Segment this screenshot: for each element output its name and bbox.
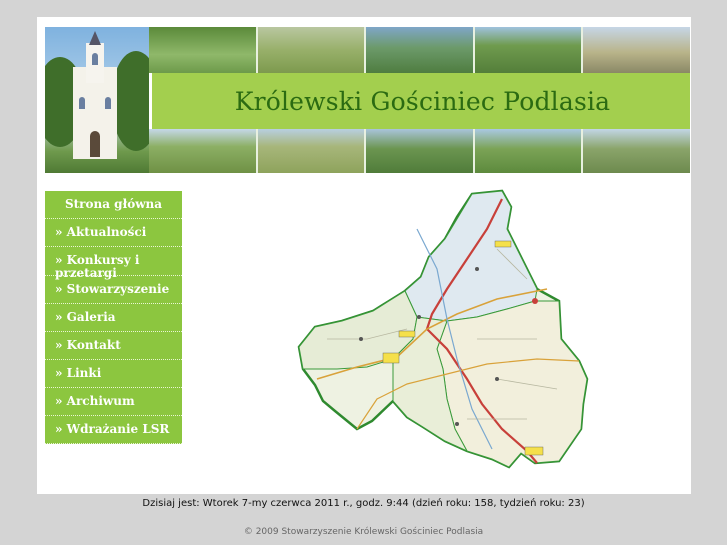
nav-item-links[interactable]: » Linki — [45, 360, 182, 388]
header-banner: Królewski Gościniec Podlasia — [45, 27, 690, 173]
region-map[interactable] — [297, 189, 627, 474]
main-navigation: Strona główna » Aktualności » Konkursy i… — [45, 191, 182, 444]
copyright-text: © 2009 Stowarzyszenie Królewski Gościnie… — [243, 527, 484, 537]
nav-item-lsr[interactable]: » Wdrażanie LSR — [45, 416, 182, 444]
region-map-icon — [297, 189, 589, 469]
church-photo — [45, 27, 149, 173]
site-title: Królewski Gościniec Podlasia — [234, 86, 611, 116]
current-date-text: Dzisiaj jest: Wtorek 7-my czerwca 2011 r… — [142, 498, 585, 509]
nav-item-archive[interactable]: » Archiwum — [45, 388, 182, 416]
nav-item-association[interactable]: » Stowarzyszenie — [45, 276, 182, 304]
page-container: Królewski Gościniec Podlasia Strona głów… — [37, 17, 691, 494]
nav-item-news[interactable]: » Aktualności — [45, 219, 182, 247]
nav-item-gallery[interactable]: » Galeria — [45, 304, 182, 332]
nav-item-tenders[interactable]: » Konkursy i przetargi — [45, 247, 182, 280]
nav-item-tenders-label: » Konkursy i przetargi — [55, 253, 140, 280]
site-title-banner: Królewski Gościniec Podlasia — [149, 73, 690, 129]
landscape-photos-top — [149, 27, 690, 73]
nav-item-contact[interactable]: » Kontakt — [45, 332, 182, 360]
nav-item-home[interactable]: Strona główna — [45, 191, 182, 219]
landscape-photos-bottom — [149, 129, 690, 173]
